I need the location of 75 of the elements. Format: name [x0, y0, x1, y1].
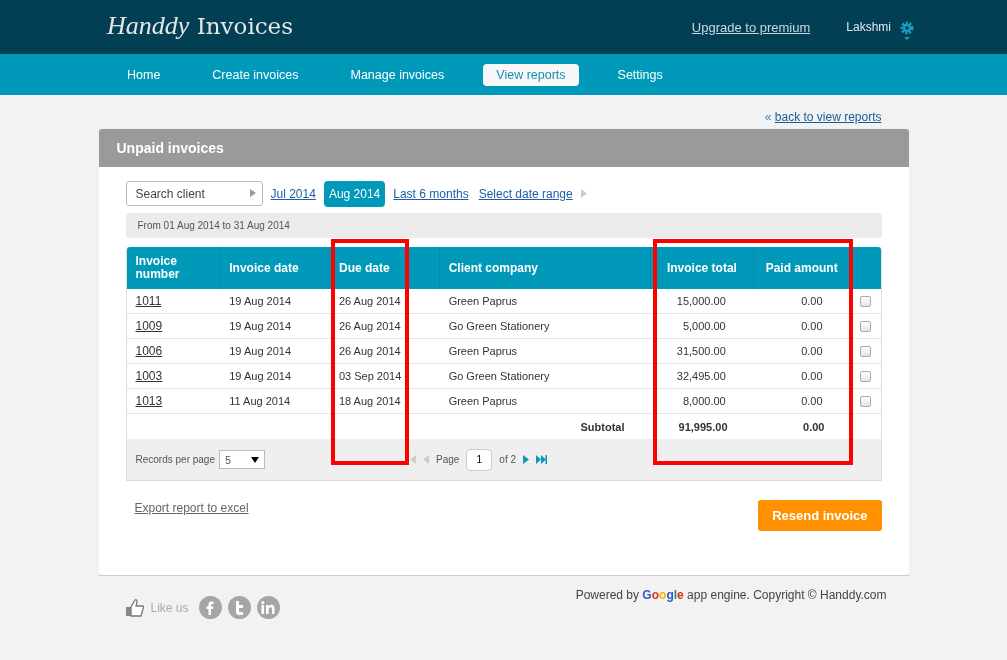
- last-page-icon[interactable]: [536, 455, 548, 464]
- settings-icon[interactable]: [899, 20, 915, 42]
- page-count: of 2: [499, 454, 517, 465]
- invoice-link[interactable]: 1013: [135, 394, 163, 408]
- caret-icon: [249, 189, 256, 197]
- facebook-icon[interactable]: [198, 596, 222, 619]
- column-header: Invoice number: [135, 255, 181, 281]
- column-header: Client company: [448, 261, 539, 275]
- table-cell: 19 Aug 2014: [229, 345, 292, 357]
- column-header: Invoice date: [229, 261, 299, 275]
- table-cell: 26 Aug 2014: [338, 320, 401, 332]
- table-cell: Green Paprus: [448, 345, 518, 357]
- subtotal-value: 91,995.00: [678, 420, 728, 433]
- table-cell: Green Paprus: [448, 395, 518, 407]
- copyright-text: Powered by Google app engine. Copyright © Handdy.com: [575, 588, 887, 604]
- table-cell: 19 Aug 2014: [229, 320, 292, 332]
- row-checkbox[interactable]: [860, 295, 871, 307]
- linkedin-icon[interactable]: [256, 596, 280, 619]
- page-label: Page: [436, 454, 460, 465]
- table-cell: 0.00: [801, 395, 823, 407]
- table-cell: 19 Aug 2014: [229, 370, 292, 382]
- dropdown-arrow-icon: [251, 456, 259, 463]
- invoice-link[interactable]: 1009: [135, 319, 163, 333]
- table-cell: 0.00: [801, 370, 823, 382]
- panel-title: Unpaid invoices: [98, 129, 909, 167]
- subtotal-value: 0.00: [803, 420, 825, 433]
- invoice-link[interactable]: 1006: [135, 344, 163, 358]
- table-cell: 0.00: [801, 295, 823, 307]
- table-cell: 0.00: [801, 345, 823, 357]
- back-link[interactable]: « back to view reports: [764, 110, 882, 124]
- subtotal-label: Subtotal: [580, 420, 625, 433]
- table-cell: 31,500.00: [676, 345, 726, 357]
- invoice-link[interactable]: 1003: [135, 369, 163, 383]
- column-header: Due date: [338, 261, 390, 275]
- table-cell: Go Green Stationery: [448, 320, 550, 332]
- table-cell: 5,000.00: [682, 320, 726, 332]
- export-link[interactable]: Export report to excel: [134, 501, 249, 515]
- first-page-icon[interactable]: [407, 455, 416, 464]
- date-range-text: From 01 Aug 2014 to 31 Aug 2014: [137, 220, 290, 231]
- period-filter[interactable]: Last 6 months: [391, 186, 471, 201]
- column-header: Paid amount: [765, 261, 838, 275]
- table-cell: 26 Aug 2014: [338, 295, 401, 307]
- table-cell: 19 Aug 2014: [229, 295, 292, 307]
- upgrade-link[interactable]: Upgrade to premium: [691, 19, 811, 35]
- page-field[interactable]: 1: [466, 448, 493, 471]
- period-filter[interactable]: Select date range: [476, 186, 575, 201]
- twitter-icon[interactable]: [227, 596, 251, 619]
- row-checkbox[interactable]: [860, 320, 871, 332]
- table-cell: 03 Sep 2014: [338, 370, 402, 382]
- records-select[interactable]: 5: [219, 450, 265, 469]
- table-cell: 18 Aug 2014: [338, 395, 401, 407]
- thumbs-up-icon: [124, 597, 145, 618]
- caret-icon: [580, 189, 587, 198]
- table-cell: 32,495.00: [676, 370, 726, 382]
- row-checkbox[interactable]: [860, 395, 871, 407]
- next-page-icon[interactable]: [523, 455, 530, 464]
- like-label: Like us: [150, 600, 189, 615]
- table-cell: 26 Aug 2014: [338, 345, 401, 357]
- row-checkbox[interactable]: [860, 345, 871, 357]
- user-name: Lakshmi: [846, 20, 891, 34]
- search-field[interactable]: Search client: [125, 181, 263, 206]
- table-cell: Go Green Stationery: [448, 370, 550, 382]
- records-label: Records per page: [135, 454, 215, 465]
- previous-page-icon[interactable]: [423, 455, 429, 464]
- nav-tab[interactable]: View reports: [483, 63, 579, 86]
- invoice-link[interactable]: 1011: [135, 294, 162, 308]
- table-cell: 15,000.00: [676, 295, 726, 307]
- table-cell: 0.00: [801, 320, 823, 332]
- period-filter[interactable]: Jul 2014: [268, 186, 318, 201]
- row-checkbox[interactable]: [860, 370, 871, 382]
- logo[interactable]: Handdy Invoices: [107, 11, 294, 41]
- column-header: Invoice total: [666, 261, 737, 275]
- table-cell: 8,000.00: [682, 395, 726, 407]
- table-cell: 11 Aug 2014: [229, 395, 291, 407]
- table-cell: Green Paprus: [448, 295, 518, 307]
